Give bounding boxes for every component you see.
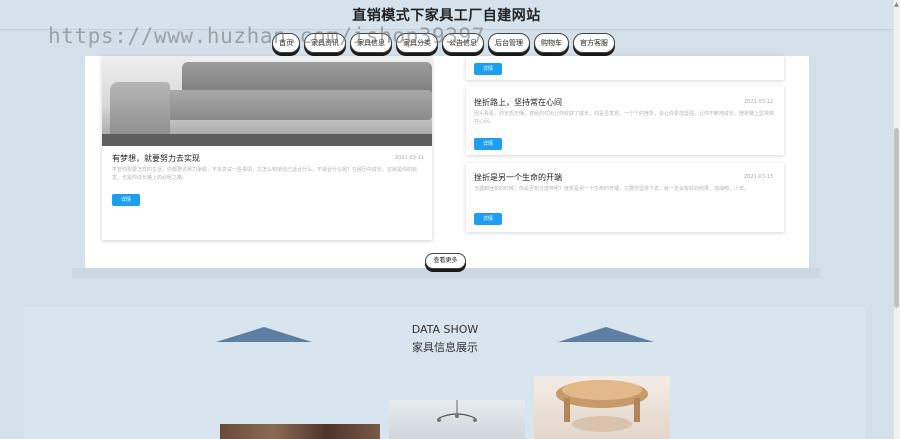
furniture-image[interactable] [534, 376, 670, 439]
sofa-seat [142, 90, 432, 120]
site-header: 直销模式下家具工厂自建网站 [0, 0, 893, 30]
nav-item-furniture-info[interactable]: 家具信息 [350, 33, 392, 53]
nav-item-customer-service[interactable]: 官方客服 [573, 33, 615, 53]
nav-item-furniture-category[interactable]: 家具分类 [396, 33, 438, 53]
nav-item-furniture-news[interactable]: 家具资讯 [304, 33, 346, 53]
data-show-title: DATA SHOW [411, 323, 479, 336]
scrollbar-thumb[interactable] [894, 128, 899, 308]
article-card-top[interactable]: 详情 [466, 56, 784, 80]
data-show-subtitle: 家具信息展示 [412, 341, 478, 354]
article-date: 2021-03-13 [744, 174, 774, 180]
article-excerpt: 当遇到挫折的时候，你是否想过放弃呢？挫折是另一个生命的开端，只要你坚持下去，就一… [474, 186, 750, 192]
sofa-arm [110, 82, 170, 136]
detail-button[interactable]: 详情 [474, 138, 502, 150]
sofa-image [102, 56, 432, 146]
sofa-floor [102, 134, 432, 146]
site-title: 直销模式下家具工厂自建网站 [352, 8, 541, 24]
detail-button[interactable]: 详情 [474, 63, 502, 75]
chandelier-icon [437, 400, 477, 422]
content-base-band [72, 268, 820, 278]
nav-item-home[interactable]: 首页 [272, 33, 300, 53]
article-excerpt: 回头看看，你无怨无悔，曾经的付出让你收获了成长，你是否发现，一个个的挫折，会让你… [474, 111, 774, 125]
view-more-button[interactable]: 查看更多 [425, 253, 466, 269]
detail-button[interactable]: 详情 [474, 213, 502, 225]
furniture-image[interactable] [389, 400, 525, 439]
article-title[interactable]: 有梦想，就要努力去实现 [112, 153, 200, 164]
scroll-up-icon[interactable]: ▲ [893, 0, 900, 10]
furniture-image[interactable] [220, 424, 380, 439]
article-card[interactable]: 挫折路上，坚持常在心间 2021-03-12 回头看看，你无怨无悔，曾经的付出让… [466, 86, 784, 155]
article-title[interactable]: 挫折路上，坚持常在心间 [474, 97, 562, 108]
detail-button[interactable]: 详情 [112, 194, 140, 206]
vertical-scrollbar[interactable]: ▲ [893, 0, 900, 439]
article-card[interactable]: 挫折是另一个生命的开端 2021-03-13 当遇到挫折的时候，你是否想过放弃呢… [466, 163, 784, 232]
article-excerpt: 不管你想要怎样的生活，你都要去努力争取，不多尝试一些事情，又怎么知道自己适合什么… [112, 167, 418, 181]
article-date: 2021-03-12 [744, 99, 774, 105]
nav-item-cart[interactable]: 购物车 [534, 33, 569, 53]
nav-item-admin[interactable]: 后台管理 [488, 33, 530, 53]
article-date: 2021-03-11 [395, 155, 425, 161]
nav-item-announcements[interactable]: 公告信息 [442, 33, 484, 53]
main-nav: 首页 家具资讯 家具信息 家具分类 公告信息 后台管理 购物车 官方客服 [272, 33, 615, 55]
article-card-featured[interactable]: 有梦想，就要努力去实现 2021-03-11 不管你想要怎样的生活，你都要去努力… [102, 56, 432, 240]
article-title[interactable]: 挫折是另一个生命的开端 [474, 172, 562, 183]
wooden-lamp-icon [556, 380, 648, 432]
